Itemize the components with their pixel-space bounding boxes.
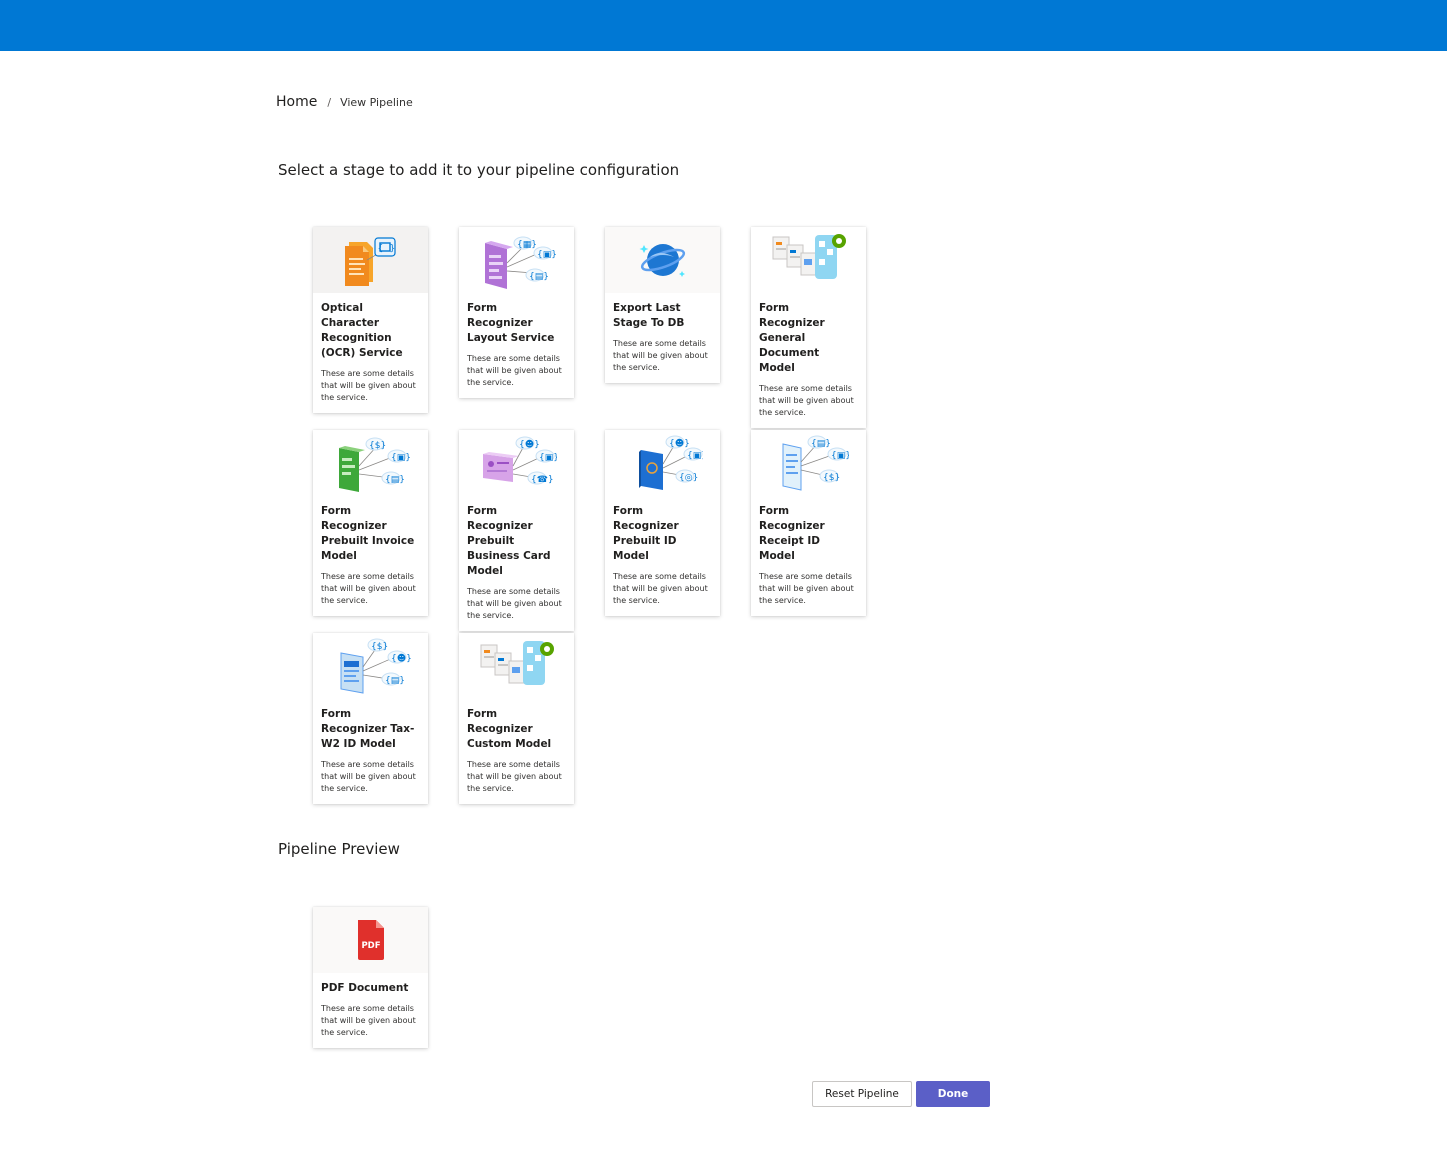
stages-section-title: Select a stage to add it to your pipelin… bbox=[278, 161, 680, 179]
svg-text:{☻}: {☻} bbox=[391, 653, 411, 664]
card-title: Form Recognizer Layout Service bbox=[467, 302, 555, 344]
card-title: Form Recognizer General Document Model bbox=[759, 302, 825, 374]
svg-text:{▣}: {▣} bbox=[831, 451, 849, 461]
card-title: Form Recognizer Custom Model bbox=[467, 708, 552, 750]
card-title: PDF Document bbox=[321, 982, 409, 994]
svg-text:{$}: {$} bbox=[371, 642, 388, 652]
svg-text:{$}: {$} bbox=[369, 441, 386, 451]
stage-card-prebuilt-id[interactable]: {☻} {▣} {◎} Form Recognizer Prebuilt ID … bbox=[605, 430, 720, 616]
svg-text:{$}: {$} bbox=[823, 473, 840, 483]
stage-card-ocr[interactable]: { } Optical Character Recognition (OCR) … bbox=[313, 227, 428, 413]
svg-text:{☻}: {☻} bbox=[519, 439, 540, 450]
card-title: Form Recognizer Prebuilt Business Card M… bbox=[467, 505, 551, 577]
card-title: Form Recognizer Tax-W2 ID Model bbox=[321, 708, 415, 750]
svg-text:{☻}: {☻} bbox=[669, 438, 690, 449]
card-description: These are some details that will be give… bbox=[321, 760, 416, 793]
svg-text:{▦}: {▦} bbox=[517, 240, 537, 250]
card-description: These are some details that will be give… bbox=[467, 760, 562, 793]
breadcrumb: Home / View Pipeline bbox=[276, 94, 413, 110]
card-description: These are some details that will be give… bbox=[467, 354, 562, 387]
stage-card-custom-model[interactable]: Form Recognizer Custom Model These are s… bbox=[459, 633, 574, 804]
card-title: Form Recognizer Prebuilt Invoice Model bbox=[321, 505, 415, 562]
svg-text:{▣}: {▣} bbox=[687, 451, 703, 461]
layout-form-icon: {▦} {▣} {▤} bbox=[459, 227, 574, 293]
pdf-icon-label: PDF bbox=[361, 941, 380, 951]
stage-card-business-card[interactable]: {☻} {▣} {☎} Form Recognizer Prebuilt Bus… bbox=[459, 430, 574, 631]
stage-card-layout[interactable]: {▦} {▣} {▤} Form Recognizer Layout Servi… bbox=[459, 227, 574, 398]
breadcrumb-home-link[interactable]: Home bbox=[276, 94, 317, 110]
reset-pipeline-button[interactable]: Reset Pipeline bbox=[812, 1081, 912, 1107]
svg-text:{☎}: {☎} bbox=[531, 475, 554, 485]
stage-card-general-document[interactable]: Form Recognizer General Document Model T… bbox=[751, 227, 866, 428]
pdf-icon: PDF bbox=[313, 907, 428, 973]
stage-card-receipt[interactable]: {▤} {▣} {$} Form Recognizer Receipt ID M… bbox=[751, 430, 866, 616]
top-header-bar bbox=[0, 0, 1447, 51]
card-description: These are some details that will be give… bbox=[321, 1004, 416, 1037]
preview-section-title: Pipeline Preview bbox=[278, 840, 400, 858]
stage-card-tax-w2[interactable]: {$} {☻} {▤} Form Recognizer Tax-W2 ID Mo… bbox=[313, 633, 428, 804]
svg-text:{▣}: {▣} bbox=[539, 453, 557, 463]
invoice-icon: {$} {▣} {▤} bbox=[313, 430, 428, 496]
svg-text:{◎}: {◎} bbox=[679, 473, 698, 483]
svg-text:}: } bbox=[389, 244, 395, 254]
svg-text:{▤}: {▤} bbox=[529, 272, 549, 282]
stage-card-export-db[interactable]: Export Last Stage To DB These are some d… bbox=[605, 227, 720, 383]
breadcrumb-separator: / bbox=[327, 95, 332, 109]
tax-w2-icon: {$} {☻} {▤} bbox=[313, 633, 428, 699]
receipt-icon: {▤} {▣} {$} bbox=[751, 430, 866, 496]
general-document-icon bbox=[751, 227, 866, 293]
card-description: These are some details that will be give… bbox=[321, 369, 416, 402]
done-button[interactable]: Done bbox=[916, 1081, 990, 1107]
svg-text:{▤}: {▤} bbox=[385, 676, 405, 686]
cosmos-db-icon bbox=[605, 227, 720, 293]
card-description: These are some details that will be give… bbox=[759, 572, 854, 605]
card-description: These are some details that will be give… bbox=[467, 587, 562, 620]
card-description: These are some details that will be give… bbox=[613, 339, 708, 372]
ocr-document-icon: { } bbox=[313, 227, 428, 293]
card-title: Export Last Stage To DB bbox=[613, 302, 685, 329]
business-card-icon: {☻} {▣} {☎} bbox=[459, 430, 574, 496]
card-description: These are some details that will be give… bbox=[759, 384, 854, 417]
card-description: These are some details that will be give… bbox=[321, 572, 416, 605]
svg-text:{: { bbox=[377, 244, 383, 254]
svg-text:{▤}: {▤} bbox=[385, 475, 405, 485]
svg-text:{▤}: {▤} bbox=[811, 439, 831, 449]
breadcrumb-current: View Pipeline bbox=[340, 95, 413, 109]
stage-card-invoice[interactable]: {$} {▣} {▤} Form Recognizer Prebuilt Inv… bbox=[313, 430, 428, 616]
card-title: Form Recognizer Prebuilt ID Model bbox=[613, 505, 679, 562]
custom-model-icon bbox=[459, 633, 574, 699]
card-title: Form Recognizer Receipt ID Model bbox=[759, 505, 825, 562]
svg-text:{▣}: {▣} bbox=[537, 250, 557, 260]
card-description: These are some details that will be give… bbox=[613, 572, 708, 605]
preview-card-pdf-document[interactable]: PDF PDF Document These are some details … bbox=[313, 907, 428, 1048]
card-title: Optical Character Recognition (OCR) Serv… bbox=[321, 302, 403, 359]
svg-text:{▣}: {▣} bbox=[391, 453, 411, 463]
passport-icon: {☻} {▣} {◎} bbox=[605, 430, 720, 496]
